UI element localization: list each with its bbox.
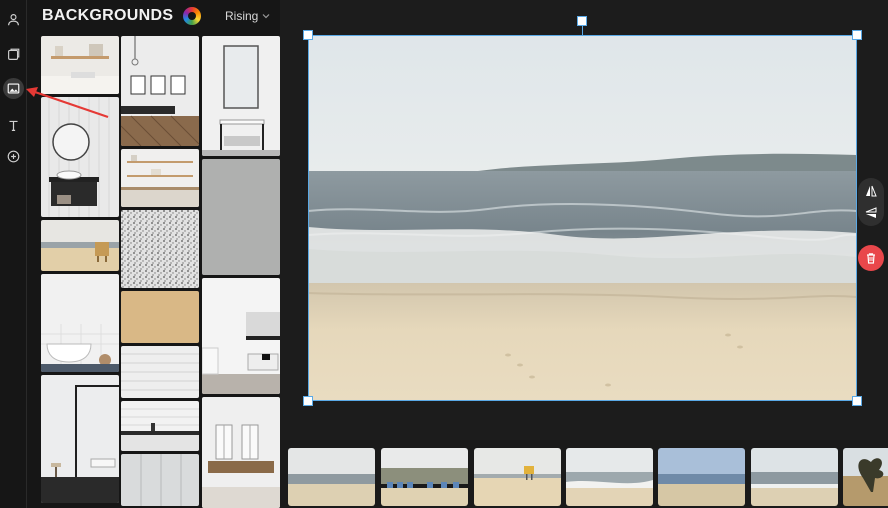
film-beach-1[interactable] <box>288 448 375 506</box>
film-beach-waves[interactable] <box>566 448 653 506</box>
user-icon[interactable] <box>3 9 24 30</box>
shower-black-frame-thumb[interactable] <box>41 375 119 503</box>
resize-handle-bottom-left[interactable] <box>303 396 313 406</box>
app: BACKGROUNDS Rising <box>0 0 888 508</box>
flip-vertical-icon[interactable] <box>860 202 882 224</box>
canvas-stage <box>280 0 888 440</box>
annotation-arrow-icon <box>26 87 109 119</box>
left-rail <box>0 0 27 508</box>
sand-texture-thumb[interactable] <box>121 291 199 343</box>
kitchen-shelf-thumb[interactable] <box>121 149 199 207</box>
film-beach-lifeguard[interactable] <box>474 448 561 506</box>
rotate-handle[interactable] <box>577 16 587 26</box>
kitchen-counter-thumb[interactable] <box>121 401 199 451</box>
bathtub-thumb[interactable] <box>41 274 119 372</box>
resize-handle-bottom-right[interactable] <box>852 396 862 406</box>
canvas-background-image[interactable] <box>308 35 857 401</box>
trash-icon <box>867 253 875 264</box>
color-filter-icon[interactable] <box>183 7 201 25</box>
bright-room-thumb[interactable] <box>202 397 280 508</box>
resize-handle-top-right[interactable] <box>852 30 862 40</box>
delete-button[interactable] <box>858 245 884 271</box>
flip-tools <box>858 178 884 226</box>
bathroom-vanity-thumb[interactable] <box>202 36 280 156</box>
white-tiles-thumb[interactable] <box>121 346 199 398</box>
beach-chair-thumb[interactable] <box>41 220 119 271</box>
chevron-down-icon[interactable] <box>261 11 271 21</box>
layers-icon[interactable] <box>3 44 24 65</box>
film-beach-calm[interactable] <box>751 448 838 506</box>
film-beach-blue-sky[interactable] <box>658 448 745 506</box>
film-beach-huts[interactable] <box>381 448 468 506</box>
backgrounds-panel: BACKGROUNDS Rising <box>27 0 280 508</box>
cabinet-doors-thumb[interactable] <box>121 454 199 506</box>
flip-horizontal-icon[interactable] <box>860 180 882 202</box>
bathroom-sink-thumb[interactable] <box>202 278 280 394</box>
sort-dropdown[interactable]: Rising <box>225 9 258 23</box>
gallery-wall-thumb[interactable] <box>121 36 199 146</box>
terrazzo-texture-thumb[interactable] <box>121 210 199 288</box>
film-beach-tree[interactable] <box>843 448 888 506</box>
rotate-handle-line <box>582 26 583 35</box>
add-icon[interactable] <box>3 146 24 167</box>
panel-title: BACKGROUNDS <box>42 7 174 24</box>
image-filmstrip <box>280 440 888 508</box>
concrete-texture-thumb[interactable] <box>202 159 280 275</box>
resize-handle-top-left[interactable] <box>303 30 313 40</box>
